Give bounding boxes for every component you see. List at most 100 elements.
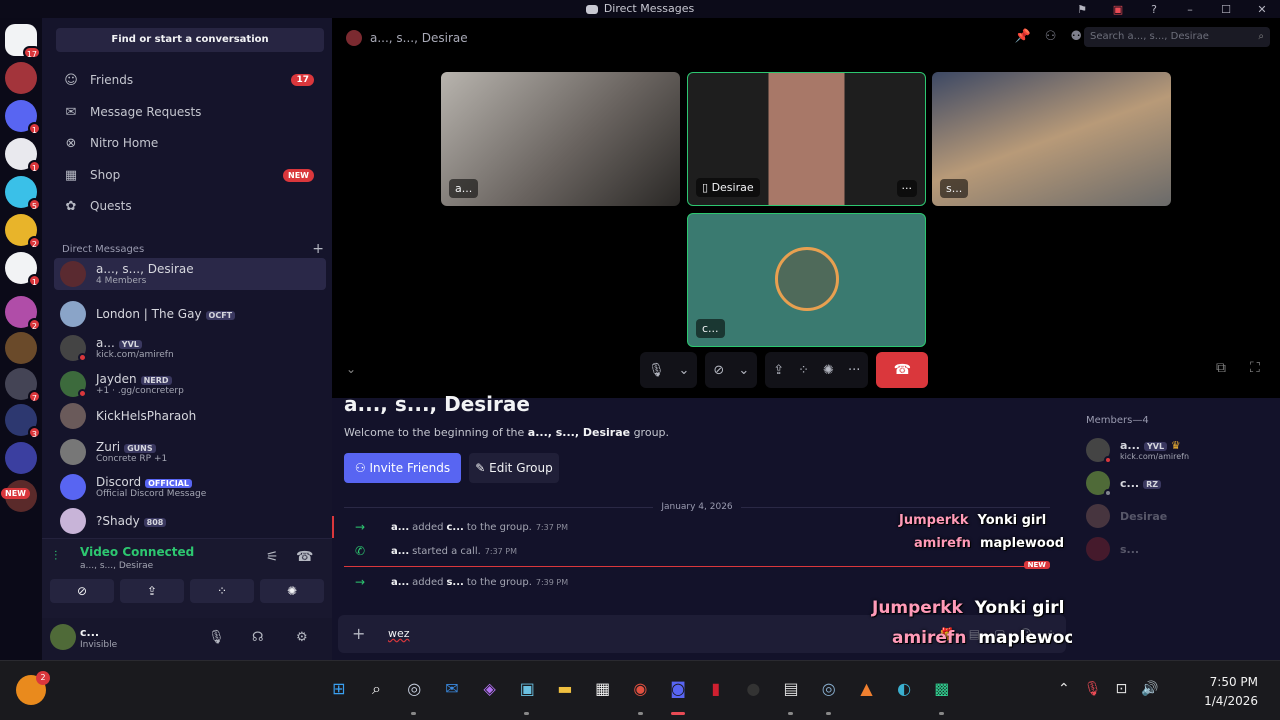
app-icon[interactable]: ◈: [471, 679, 509, 707]
notepad-icon[interactable]: ▤: [772, 679, 810, 715]
server-icon[interactable]: 5: [5, 176, 41, 211]
disconnect-icon[interactable]: ☎: [296, 549, 313, 565]
main-area: a..., s..., Desirae 📌 ⚇ ⚉ Search a..., s…: [332, 18, 1280, 660]
avatar[interactable]: [50, 624, 76, 650]
add-friend-icon[interactable]: ⚇: [1045, 29, 1057, 44]
server-icon[interactable]: NEW: [1, 480, 37, 512]
nav-message-requests[interactable]: ✉ Message Requests: [54, 98, 326, 126]
edge-icon[interactable]: ◐: [885, 679, 923, 707]
avatar: [60, 261, 86, 287]
headphones-icon[interactable]: ☊: [252, 630, 264, 645]
volume-icon[interactable]: 🔊: [1141, 681, 1158, 697]
home-button[interactable]: 17: [5, 24, 41, 59]
camera-off-button[interactable]: ⊘: [50, 579, 114, 603]
create-dm-plus-icon[interactable]: +: [312, 242, 324, 256]
store-icon[interactable]: ▦: [584, 679, 622, 707]
nav-shop[interactable]: ▦ Shop NEW: [54, 161, 326, 189]
network-icon[interactable]: ⊡: [1116, 681, 1128, 697]
steam-icon[interactable]: ◎: [395, 679, 433, 715]
video-tile[interactable]: a...: [441, 72, 680, 206]
chevron-down-icon[interactable]: ⌄: [679, 363, 690, 378]
app-icon[interactable]: ●: [735, 679, 773, 707]
member-item[interactable]: a... YVL ♛ kick.com/amirefn: [1086, 436, 1189, 464]
find-conversation-button[interactable]: Find or start a conversation: [56, 28, 324, 52]
member-item[interactable]: c... RZ: [1086, 469, 1162, 497]
screen-share-icon[interactable]: ⇪: [773, 363, 784, 378]
app-icon[interactable]: ▲: [848, 679, 886, 707]
dm-item[interactable]: a... YVL kick.com/amirefn: [54, 332, 326, 364]
activities-icon[interactable]: ⁘: [798, 363, 809, 378]
soundboard-icon[interactable]: ✺: [823, 363, 834, 378]
server-icon[interactable]: 1: [5, 252, 41, 287]
close-button[interactable]: ✕: [1244, 3, 1280, 16]
more-icon[interactable]: ···: [848, 363, 860, 378]
dm-item[interactable]: a..., s..., Desirae 4 Members: [54, 258, 326, 290]
member-item[interactable]: s...: [1086, 535, 1139, 563]
stream-overlay-text: Jumperkk Yonki girl: [872, 598, 1065, 618]
start-menu-icon[interactable]: ⊞: [320, 679, 358, 707]
weather-widget[interactable]: 2: [16, 671, 50, 705]
clock[interactable]: 7:50 PM 1/4/2026: [1204, 673, 1258, 711]
pin-icon[interactable]: 📌: [1015, 29, 1031, 44]
server-icon[interactable]: [5, 442, 37, 474]
fullscreen-icon[interactable]: ⛶: [1250, 360, 1260, 376]
inbox-icon[interactable]: ⚑: [1064, 3, 1100, 16]
status-dot: [1104, 456, 1112, 464]
dm-item[interactable]: Discord OFFICIAL Official Discord Message: [54, 471, 326, 503]
server-icon[interactable]: 2: [5, 214, 41, 249]
server-icon[interactable]: 7: [5, 368, 41, 403]
server-icon[interactable]: [5, 332, 37, 364]
chevron-up-icon[interactable]: ⌃: [1058, 681, 1070, 697]
chevron-down-icon[interactable]: ⌄: [738, 363, 749, 378]
app-icon[interactable]: ▮: [697, 679, 735, 707]
member-item[interactable]: Desirae: [1086, 502, 1167, 530]
invite-friends-button[interactable]: ⚇ Invite Friends: [344, 453, 461, 483]
server-icon[interactable]: 1: [5, 100, 41, 135]
search-icon[interactable]: ⌕: [358, 679, 396, 707]
members-icon[interactable]: ⚉: [1070, 29, 1082, 44]
server-icon[interactable]: 2: [5, 296, 41, 331]
dm-item[interactable]: London | The Gay OCFT: [54, 298, 326, 330]
video-tile[interactable]: ▯ Desirae ···: [687, 72, 926, 206]
app-icon[interactable]: ▩: [923, 679, 961, 715]
server-icon[interactable]: 3: [5, 404, 41, 439]
dm-item[interactable]: Jayden NERD +1 · .gg/concreterp: [54, 368, 326, 400]
dm-item[interactable]: ?Shady 808: [54, 505, 326, 537]
nav-friends[interactable]: ☺ Friends 17: [54, 66, 326, 94]
edit-group-button[interactable]: ✎ Edit Group: [469, 453, 559, 483]
file-explorer-icon[interactable]: ▬: [546, 679, 584, 707]
noise-suppression-icon[interactable]: ⚟: [266, 549, 279, 565]
add-attachment-icon[interactable]: +: [352, 624, 365, 643]
nav-quests[interactable]: ✿ Quests: [54, 192, 326, 220]
search-input[interactable]: Search a..., s..., Desirae ⌕: [1084, 27, 1270, 47]
chrome-icon[interactable]: ◉: [622, 679, 660, 715]
minimize-button[interactable]: –: [1172, 3, 1208, 16]
dm-item[interactable]: Zuri GUNS Concrete RP +1: [54, 436, 326, 468]
dm-item[interactable]: KickHelsPharaoh: [54, 400, 326, 432]
soundboard-button[interactable]: ✺: [260, 579, 324, 603]
camera-off-icon[interactable]: ⊘: [713, 363, 724, 378]
microphone-icon[interactable]: 🎙: [208, 630, 225, 645]
mail-app-icon[interactable]: ✉: [433, 679, 471, 707]
help-icon[interactable]: ?: [1136, 3, 1172, 16]
popout-icon[interactable]: ⧉: [1216, 360, 1226, 376]
settings-gear-icon[interactable]: ⚙: [296, 630, 308, 645]
video-tile[interactable]: s...: [932, 72, 1171, 206]
chevron-down-icon[interactable]: ⌄: [346, 362, 356, 376]
hang-up-button[interactable]: ☎: [876, 352, 929, 388]
discord-icon[interactable]: ◙: [659, 679, 697, 715]
steam-icon[interactable]: ◎: [810, 679, 848, 715]
more-options-button[interactable]: ···: [896, 180, 917, 197]
activities-button[interactable]: ⁘: [190, 579, 254, 603]
video-tile[interactable]: c...: [687, 213, 926, 347]
server-icon[interactable]: 1: [5, 138, 41, 173]
microphone-icon[interactable]: 🎙: [648, 363, 665, 378]
join-arrow-icon: →: [354, 520, 366, 534]
update-icon[interactable]: ▣: [1100, 3, 1136, 16]
app-icon[interactable]: ▣: [508, 679, 546, 715]
nav-nitro-home[interactable]: ⊗ Nitro Home: [54, 129, 326, 157]
server-icon[interactable]: [5, 62, 37, 94]
microphone-icon[interactable]: 🎙: [1084, 681, 1102, 697]
maximize-button[interactable]: ☐: [1208, 3, 1244, 16]
screen-share-button[interactable]: ⇪: [120, 579, 184, 603]
